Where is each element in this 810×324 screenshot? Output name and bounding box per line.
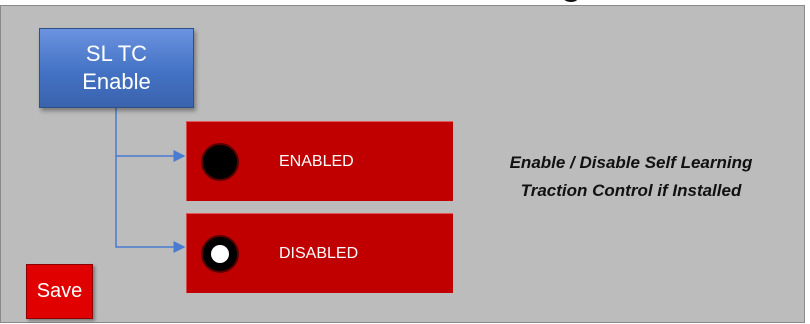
disabled-radio-icon[interactable] [201, 235, 239, 273]
connector-to-disabled [115, 156, 186, 253]
description-line2: Traction Control if Installed [520, 181, 742, 200]
enabled-radio-icon[interactable] [201, 143, 239, 181]
radio-selected-dot [211, 245, 229, 263]
description-text: Enable / Disable Self Learning Traction … [471, 149, 791, 205]
page-title-text: g [561, 0, 582, 3]
settings-panel: g SL TC Enable ENABLED DISABLED Enable /… [0, 0, 805, 323]
enabled-option[interactable]: ENABLED [186, 121, 453, 201]
sl-tc-enable-line2: Enable [82, 69, 151, 94]
disabled-option[interactable]: DISABLED [186, 213, 453, 293]
sl-tc-enable-button[interactable]: SL TC Enable [39, 28, 194, 108]
sl-tc-enable-line1: SL TC [85, 41, 148, 66]
save-button[interactable]: Save [26, 264, 93, 319]
disabled-label: DISABLED [279, 245, 359, 262]
description-line1: Enable / Disable Self Learning [509, 153, 753, 172]
enabled-label: ENABLED [279, 153, 354, 170]
connector-to-enabled [115, 103, 186, 162]
